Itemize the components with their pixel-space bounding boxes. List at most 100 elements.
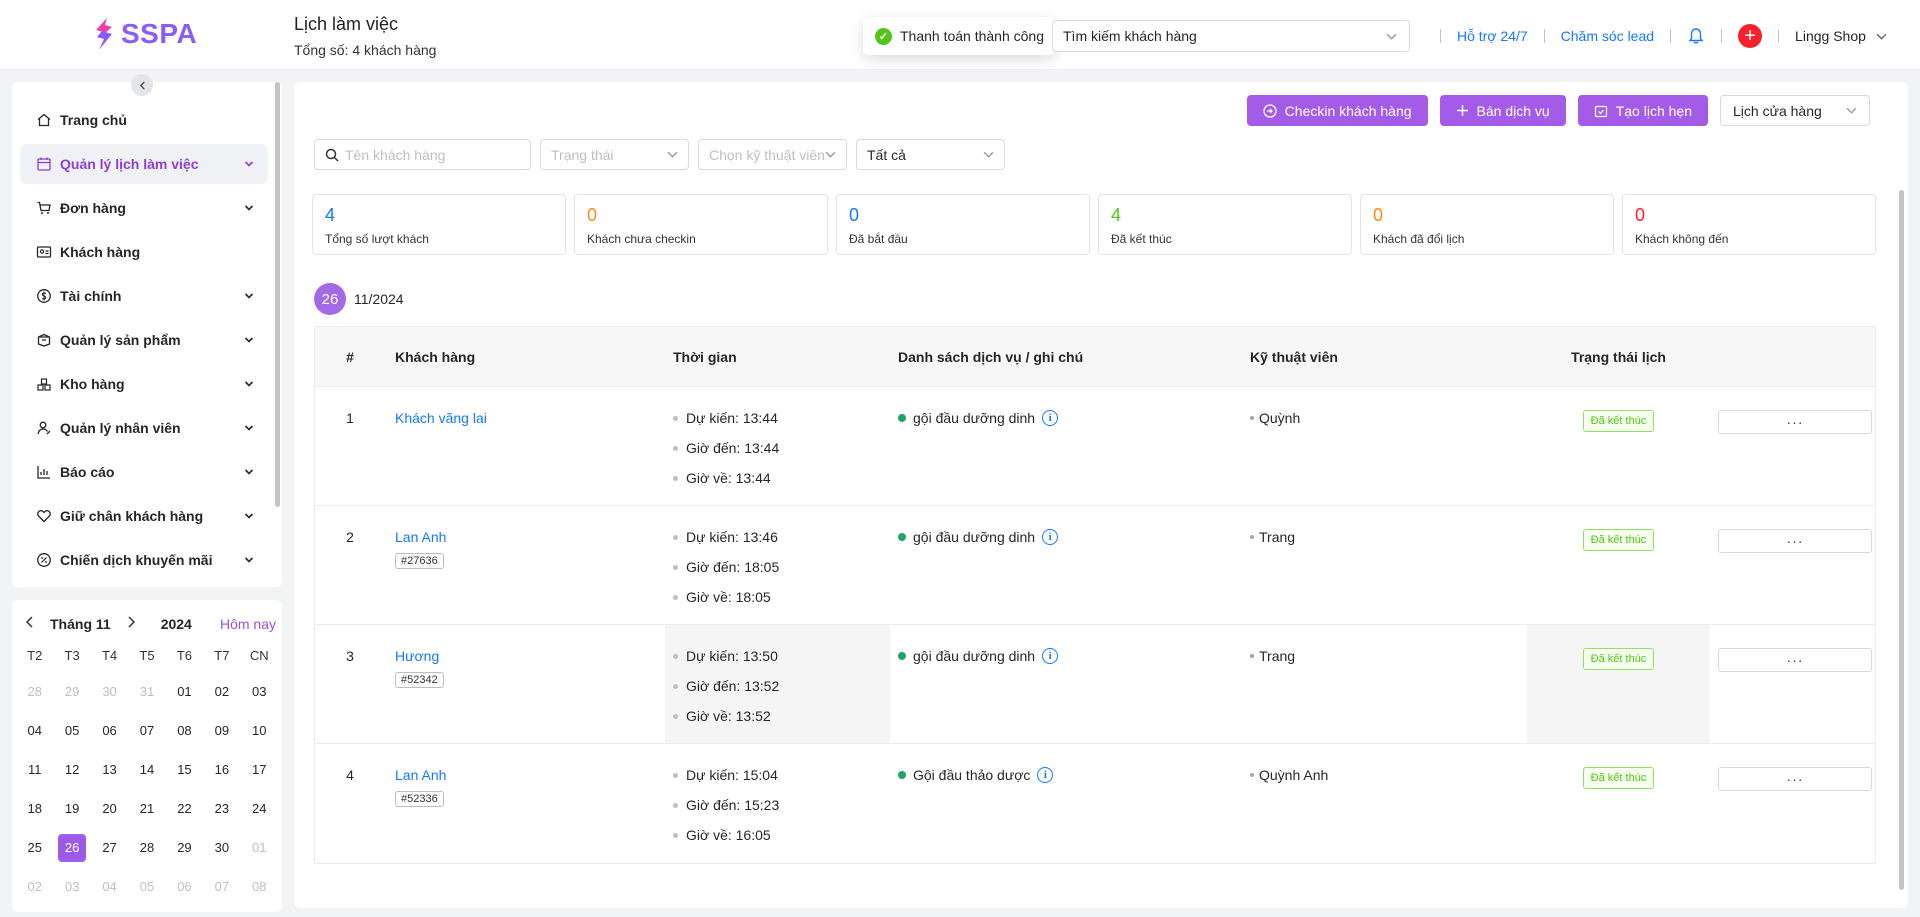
customer-name-filter[interactable]: Tên khách hàng xyxy=(314,139,531,170)
calendar-year[interactable]: 2024 xyxy=(161,616,192,632)
create-appointment-button[interactable]: Tạo lịch hẹn xyxy=(1577,95,1708,126)
calendar-day[interactable]: 06 xyxy=(166,867,203,906)
sidebar-item-staff[interactable]: Quản lý nhân viên xyxy=(20,408,268,448)
table-row[interactable]: 2 Lan Anh #27636 Dự kiến: 13:46 Giờ đến: 18:… xyxy=(315,506,1875,625)
sidebar-item-id-card[interactable]: Khách hàng xyxy=(20,232,268,272)
customer-link[interactable]: Hương xyxy=(395,648,665,664)
calendar-day[interactable]: 23 xyxy=(203,789,240,828)
calendar-day[interactable]: 08 xyxy=(241,867,278,906)
calendar-day[interactable]: 28 xyxy=(128,828,165,867)
calendar-day[interactable]: 21 xyxy=(128,789,165,828)
table-row[interactable]: 1 Khách vãng lai Dự kiến: 13:44 Giờ đến: 13… xyxy=(315,387,1875,506)
calendar-day[interactable]: 28 xyxy=(16,672,53,711)
calendar-day[interactable]: 14 xyxy=(128,750,165,789)
table-row[interactable]: 4 Lan Anh #52336 Dự kiến: 15:04 Giờ đến: 15:… xyxy=(315,744,1875,863)
calendar-day[interactable]: 19 xyxy=(53,789,90,828)
calendar-day[interactable]: 02 xyxy=(16,867,53,906)
calendar-day[interactable]: 10 xyxy=(241,711,278,750)
status-filter[interactable]: Trạng thái xyxy=(540,139,689,170)
calendar-day[interactable]: 29 xyxy=(53,672,90,711)
sidebar-collapse-button[interactable] xyxy=(131,74,153,96)
shop-switcher[interactable]: Lingg Shop xyxy=(1795,28,1887,44)
today-button[interactable]: Hôm nay xyxy=(220,616,276,632)
calendar-day[interactable]: 05 xyxy=(53,711,90,750)
sidebar-item-warehouse[interactable]: Kho hàng xyxy=(20,364,268,404)
stat-card[interactable]: 0 Khách chưa checkin xyxy=(574,194,828,255)
calendar-day[interactable]: 29 xyxy=(166,828,203,867)
calendar-day[interactable]: 22 xyxy=(166,789,203,828)
calendar-day[interactable]: 20 xyxy=(91,789,128,828)
calendar-day[interactable]: 31 xyxy=(128,672,165,711)
calendar-day[interactable]: 04 xyxy=(91,867,128,906)
quick-add-button[interactable]: + xyxy=(1738,24,1763,48)
calendar-day[interactable]: 01 xyxy=(241,828,278,867)
info-icon[interactable]: i xyxy=(1042,410,1059,426)
calendar-day[interactable]: 17 xyxy=(241,750,278,789)
calendar-day[interactable]: 01 xyxy=(166,672,203,711)
calendar-day[interactable]: 30 xyxy=(203,828,240,867)
scope-filter[interactable]: Tất cả xyxy=(856,139,1005,170)
calendar-day[interactable]: 07 xyxy=(128,711,165,750)
arrival-time: Giờ đến: 13:52 xyxy=(673,671,890,701)
calendar-day[interactable]: 18 xyxy=(16,789,53,828)
customer-link[interactable]: Lan Anh xyxy=(395,767,665,783)
main-scrollbar[interactable] xyxy=(1899,190,1904,890)
calendar-scope-select[interactable]: Lịch cửa hàng xyxy=(1720,95,1870,126)
leave-time-text: Giờ về: 18:05 xyxy=(686,589,771,605)
customer-link[interactable]: Khách vãng lai xyxy=(395,410,665,426)
stat-card[interactable]: 0 Khách đã đổi lịch xyxy=(1360,194,1614,255)
calendar-day[interactable]: 15 xyxy=(166,750,203,789)
sidebar-item-home[interactable]: Trang chủ xyxy=(20,100,268,140)
calendar-day[interactable]: 12 xyxy=(53,750,90,789)
more-actions-button[interactable]: ··· xyxy=(1718,529,1872,553)
prev-month-button[interactable] xyxy=(20,615,40,633)
calendar-day[interactable]: 13 xyxy=(91,750,128,789)
calendar-day[interactable]: 30 xyxy=(91,672,128,711)
checkin-button[interactable]: Checkin khách hàng xyxy=(1246,95,1428,126)
calendar-day-selected[interactable]: 26 xyxy=(53,828,90,867)
customer-search-select[interactable]: Tìm kiếm khách hàng xyxy=(1052,20,1410,52)
bell-icon[interactable] xyxy=(1687,27,1705,45)
stat-card[interactable]: 0 Khách không đến xyxy=(1622,194,1876,255)
stat-card[interactable]: 4 Tổng số lượt khách xyxy=(312,194,566,255)
calendar-day[interactable]: 04 xyxy=(16,711,53,750)
calendar-day[interactable]: 05 xyxy=(128,867,165,906)
calendar-day[interactable]: 09 xyxy=(203,711,240,750)
sidebar-item-chart[interactable]: Báo cáo xyxy=(20,452,268,492)
table-row[interactable]: 3 Hương #52342 Dự kiến: 13:50 Giờ đến: 13:52… xyxy=(315,625,1875,744)
sidebar-scrollbar[interactable] xyxy=(275,82,280,507)
sidebar-item-promo[interactable]: Chiến dịch khuyến mãi xyxy=(20,540,268,580)
calendar-day[interactable]: 07 xyxy=(203,867,240,906)
sidebar-item-heart[interactable]: Giữ chân khách hàng xyxy=(20,496,268,536)
calendar-day[interactable]: 16 xyxy=(203,750,240,789)
sidebar-item-calendar[interactable]: Quản lý lịch làm việc xyxy=(20,144,268,184)
calendar-day[interactable]: 03 xyxy=(241,672,278,711)
stat-card[interactable]: 0 Đã bắt đầu xyxy=(836,194,1090,255)
lead-care-link[interactable]: Chăm sóc lead xyxy=(1561,28,1654,44)
calendar-day[interactable]: 08 xyxy=(166,711,203,750)
support-link[interactable]: Hỗ trợ 24/7 xyxy=(1457,28,1528,44)
sidebar-item-dollar[interactable]: Tài chính xyxy=(20,276,268,316)
info-icon[interactable]: i xyxy=(1042,648,1059,664)
calendar-day[interactable]: 27 xyxy=(91,828,128,867)
customer-link[interactable]: Lan Anh xyxy=(395,529,665,545)
calendar-day[interactable]: 24 xyxy=(241,789,278,828)
info-icon[interactable]: i xyxy=(1037,767,1054,783)
calendar-month[interactable]: Tháng 11 xyxy=(50,616,111,632)
calendar-day[interactable]: 03 xyxy=(53,867,90,906)
calendar-day[interactable]: 02 xyxy=(203,672,240,711)
info-icon[interactable]: i xyxy=(1042,529,1059,545)
calendar-day[interactable]: 25 xyxy=(16,828,53,867)
technician-filter[interactable]: Chọn kỹ thuật viên xyxy=(698,139,847,170)
next-month-button[interactable] xyxy=(121,615,141,633)
more-actions-button[interactable]: ··· xyxy=(1718,767,1872,791)
brand-logo[interactable]: SSPA xyxy=(93,17,197,51)
calendar-day[interactable]: 06 xyxy=(91,711,128,750)
sell-service-button[interactable]: Bán dịch vụ xyxy=(1439,95,1566,126)
stat-card[interactable]: 4 Đã kết thúc xyxy=(1098,194,1352,255)
calendar-day[interactable]: 11 xyxy=(16,750,53,789)
sidebar-item-cart[interactable]: Đơn hàng xyxy=(20,188,268,228)
more-actions-button[interactable]: ··· xyxy=(1718,410,1872,434)
sidebar-item-box[interactable]: Quản lý sản phẩm xyxy=(20,320,268,360)
more-actions-button[interactable]: ··· xyxy=(1718,648,1872,672)
